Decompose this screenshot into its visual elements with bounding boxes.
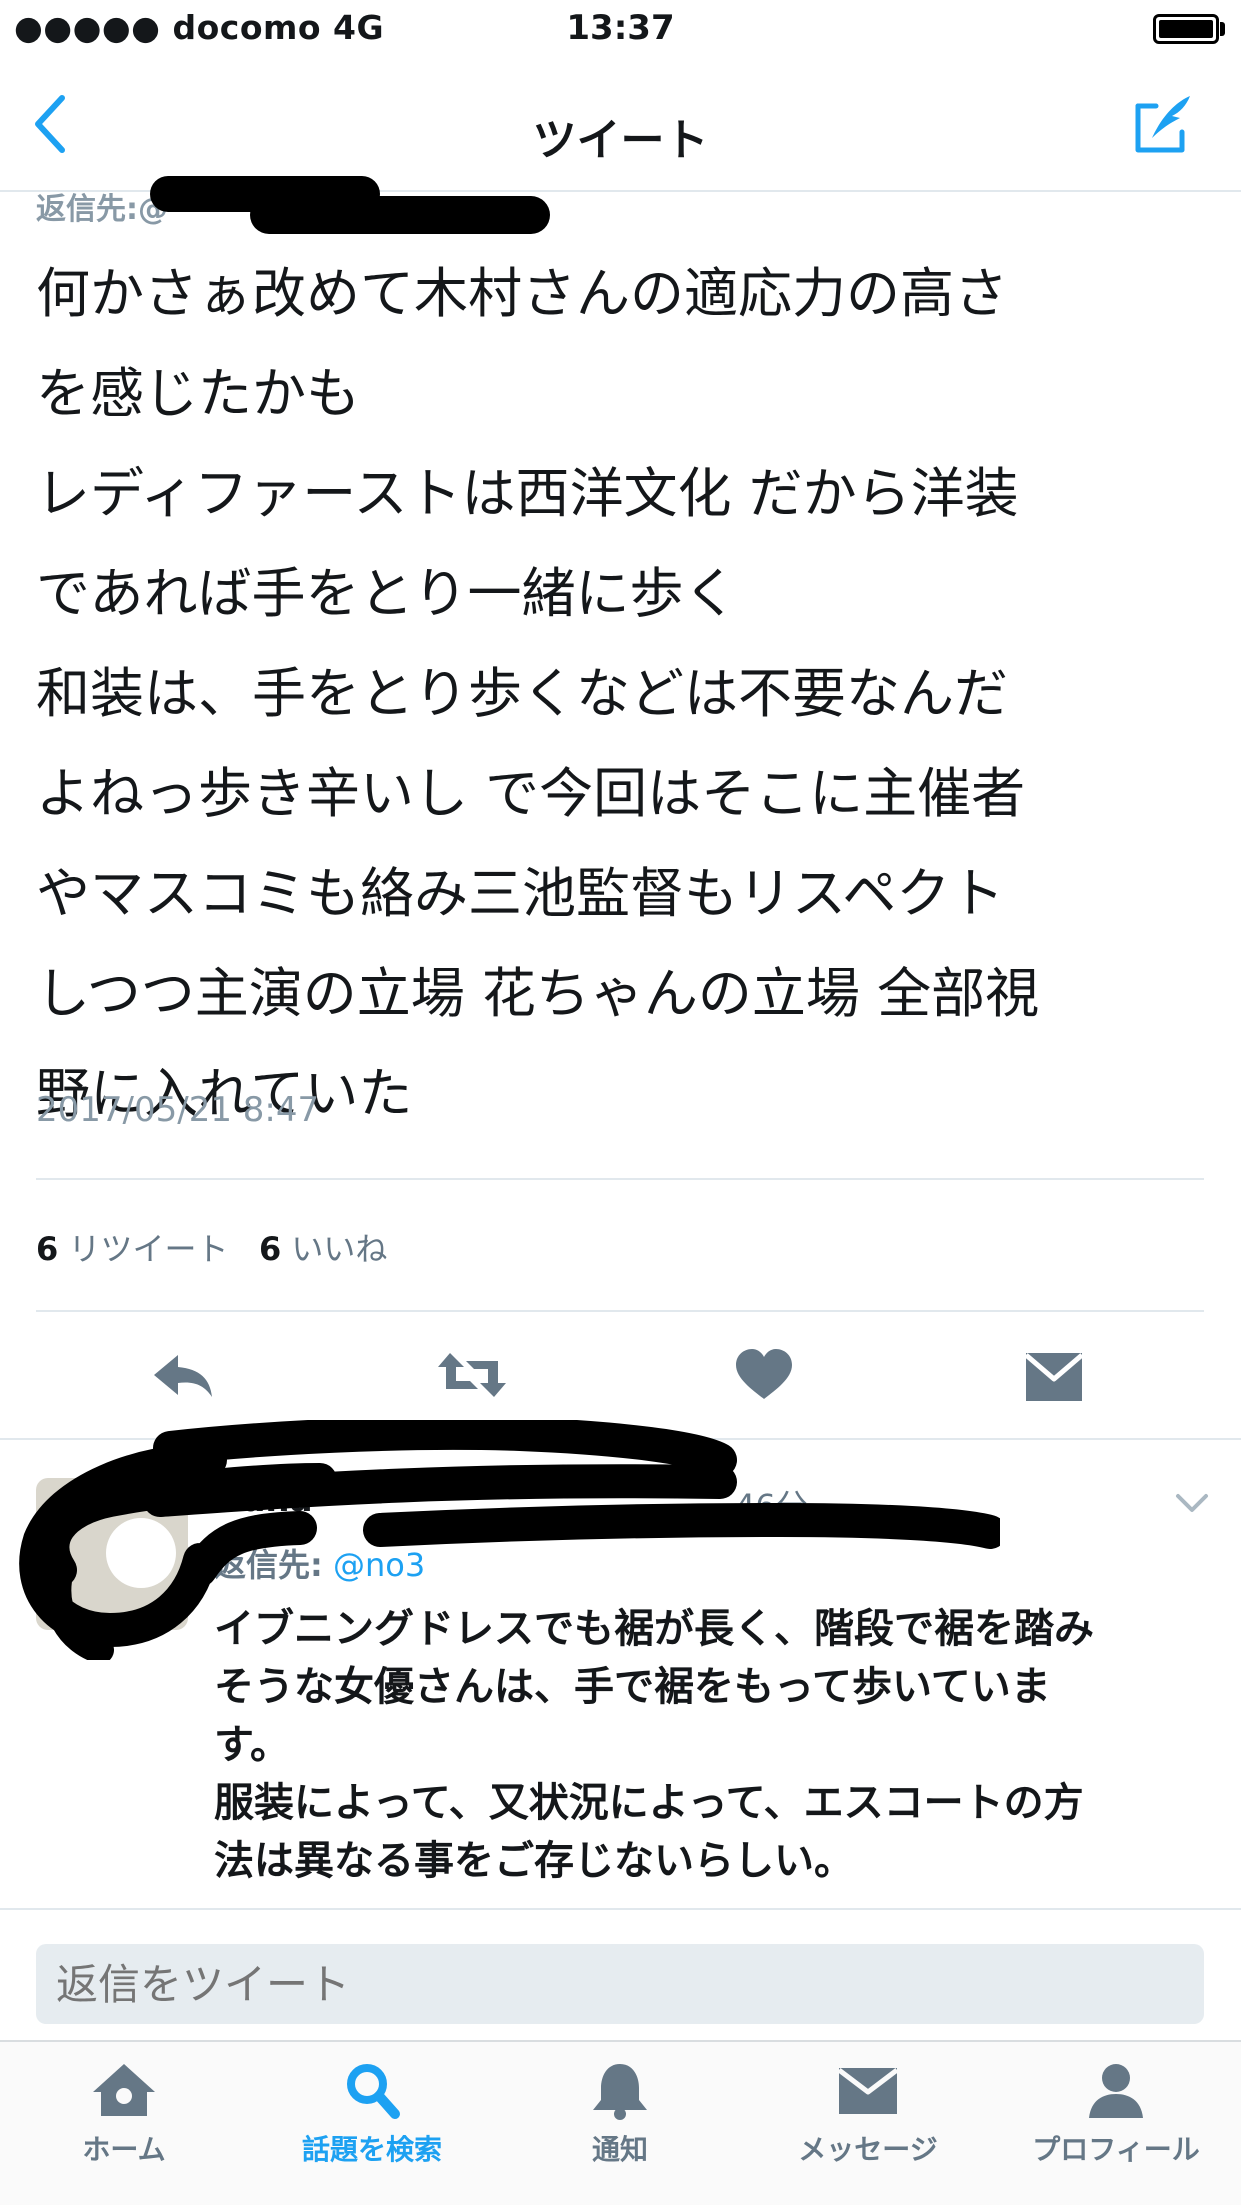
search-icon: [347, 2064, 400, 2119]
retweet-icon[interactable]: [432, 1345, 512, 1405]
tab-label: メッセージ: [798, 2133, 938, 2166]
divider: [36, 1310, 1204, 1312]
tab-label: 通知: [591, 2133, 648, 2166]
person-icon: [1089, 2064, 1143, 2118]
tab-notifications[interactable]: 通知: [496, 2060, 744, 2200]
battery-tip: [1220, 22, 1225, 36]
reply-to-label: 返信先:@: [36, 192, 168, 227]
bell-icon: [593, 2064, 647, 2120]
tab-profile[interactable]: プロフィール: [992, 2060, 1240, 2200]
direct-message-icon[interactable]: [1014, 1345, 1094, 1405]
tab-label: 話題を検索: [301, 2133, 442, 2166]
retweet-label[interactable]: リツイート: [68, 1230, 228, 1268]
reply-icon[interactable]: [144, 1345, 224, 1405]
page-title: ツイート: [532, 115, 709, 166]
retweet-count: 6: [36, 1230, 59, 1268]
compose-tweet-icon[interactable]: [1132, 92, 1196, 156]
reply-compose-input[interactable]: [36, 1944, 1204, 2024]
tab-label: プロフィール: [1032, 2133, 1200, 2166]
tweet-timestamp: 2017/05/21 8:47: [36, 1090, 320, 1130]
like-count: 6: [258, 1230, 282, 1268]
battery-icon: [1153, 14, 1219, 44]
status-bar: ●●●●● docomo 4G 13:37: [0, 0, 1241, 60]
home-icon: [93, 2064, 155, 2116]
redaction-scribble: [250, 196, 550, 234]
nav-bar: ツイート: [0, 60, 1241, 192]
like-label[interactable]: いいね: [291, 1230, 387, 1268]
divider: [36, 1178, 1204, 1180]
envelope-icon: [837, 2068, 899, 2114]
tab-home[interactable]: ホーム: [0, 2060, 248, 2200]
tweet-text: 何かさぁ改めて木村さんの適応力の高さ を感じたかも レディファーストは西洋文化 …: [36, 262, 1040, 1125]
tab-messages[interactable]: メッセージ: [744, 2060, 992, 2200]
tab-label: ホーム: [82, 2133, 166, 2166]
like-heart-icon[interactable]: [724, 1345, 804, 1405]
tweet-stats: 6 リツイート 6 いいね: [36, 1224, 387, 1270]
redaction-scribble: [19, 1420, 1000, 1660]
tab-search[interactable]: 話題を検索: [248, 2060, 496, 2200]
clock: 13:37: [566, 8, 675, 48]
chevron-down-icon[interactable]: [1172, 1488, 1212, 1518]
